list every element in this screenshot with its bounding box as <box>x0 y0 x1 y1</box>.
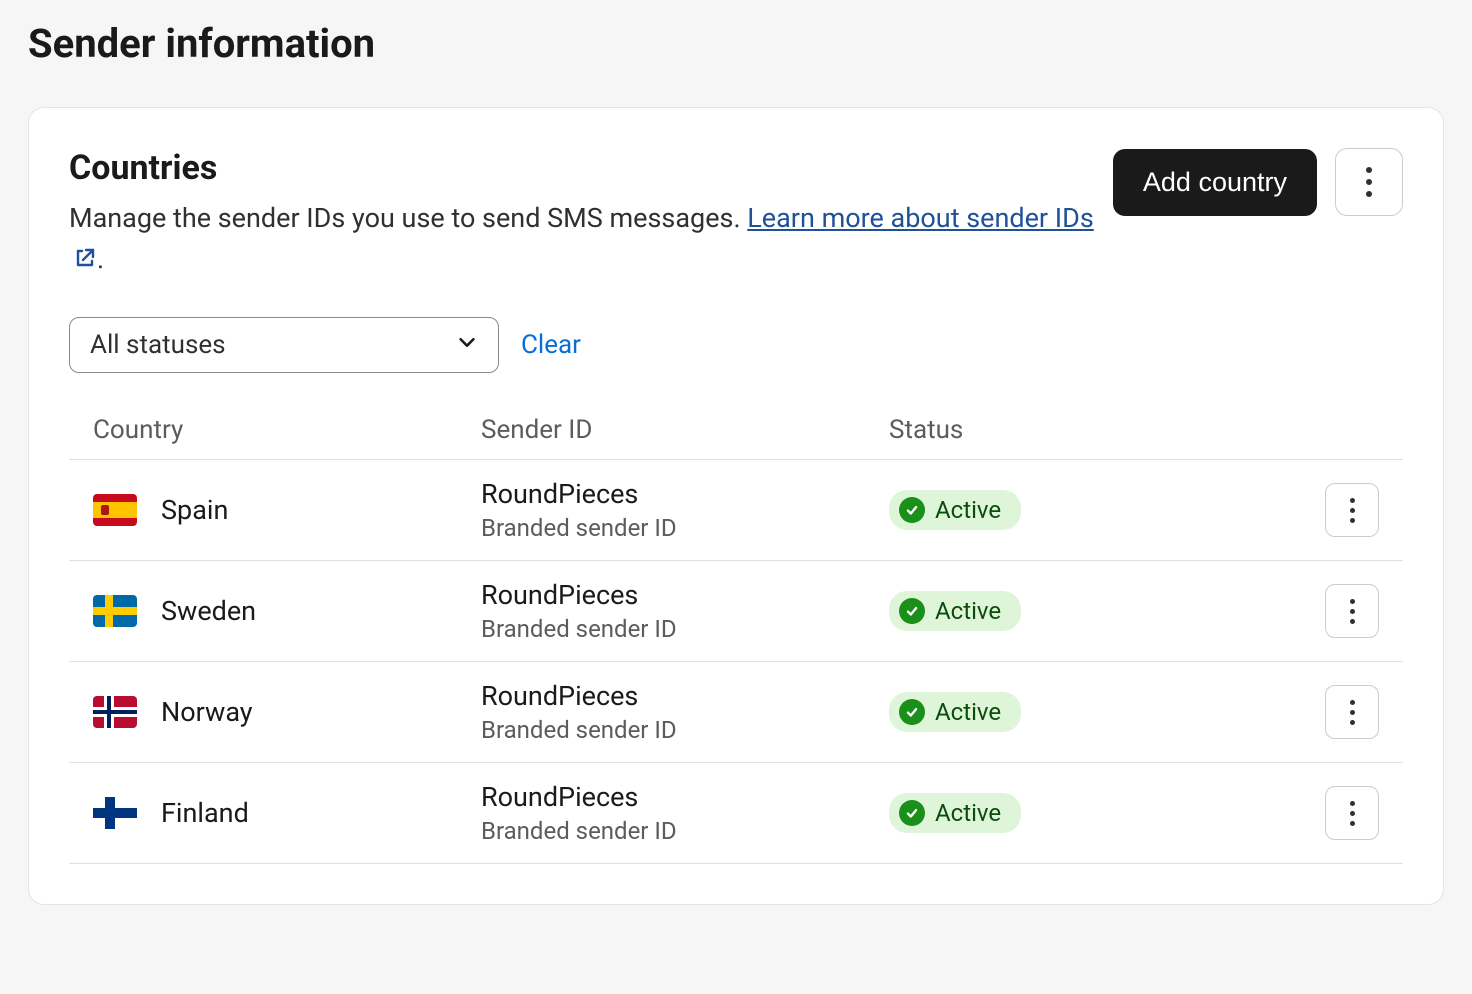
chevron-down-icon <box>456 330 478 360</box>
sender-type-label: Branded sender ID <box>481 514 881 542</box>
sender-type-label: Branded sender ID <box>481 817 881 845</box>
flag-icon <box>93 696 137 728</box>
country-name: Sweden <box>161 595 256 627</box>
col-country: Country <box>93 415 473 445</box>
status-text: Active <box>935 597 1001 625</box>
col-sender-id: Sender ID <box>481 415 881 445</box>
add-country-button[interactable]: Add country <box>1113 149 1317 216</box>
row-more-actions-button[interactable] <box>1325 786 1379 840</box>
sender-type-label: Branded sender ID <box>481 716 881 744</box>
sender-id-value: RoundPieces <box>481 680 881 712</box>
check-circle-icon <box>899 800 925 826</box>
row-actions <box>1289 483 1379 537</box>
countries-card: Countries Manage the sender IDs you use … <box>28 107 1444 905</box>
check-circle-icon <box>899 497 925 523</box>
sender-id-value: RoundPieces <box>481 781 881 813</box>
card-header-text: Countries Manage the sender IDs you use … <box>69 148 1097 281</box>
country-name: Finland <box>161 797 249 829</box>
card-description: Manage the sender IDs you use to send SM… <box>69 198 1097 281</box>
sender-cell: RoundPieces Branded sender ID <box>481 478 881 542</box>
row-actions <box>1289 584 1379 638</box>
flag-icon <box>93 595 137 627</box>
table-row: Sweden RoundPieces Branded sender ID Active <box>69 561 1403 662</box>
flag-icon <box>93 797 137 829</box>
more-vertical-icon <box>1350 599 1355 624</box>
card-description-prefix: Manage the sender IDs you use to send SM… <box>69 202 747 234</box>
status-filter-value: All statuses <box>90 330 226 360</box>
more-vertical-icon <box>1350 801 1355 826</box>
sender-cell: RoundPieces Branded sender ID <box>481 781 881 845</box>
more-vertical-icon <box>1350 498 1355 523</box>
clear-filters-link[interactable]: Clear <box>521 330 581 360</box>
status-cell: Active <box>889 793 1281 833</box>
countries-table: Country Sender ID Status Spain RoundPiece… <box>69 401 1403 864</box>
row-actions <box>1289 786 1379 840</box>
country-name: Norway <box>161 696 253 728</box>
learn-more-link-text: Learn more about sender IDs <box>747 202 1094 234</box>
status-cell: Active <box>889 591 1281 631</box>
filter-row: All statuses Clear <box>69 317 1403 373</box>
country-cell: Spain <box>93 494 473 526</box>
row-more-actions-button[interactable] <box>1325 483 1379 537</box>
status-badge: Active <box>889 793 1021 833</box>
more-vertical-icon <box>1366 167 1372 197</box>
status-text: Active <box>935 799 1001 827</box>
table-row: Finland RoundPieces Branded sender ID Activ… <box>69 763 1403 864</box>
status-badge: Active <box>889 692 1021 732</box>
country-cell: Sweden <box>93 595 473 627</box>
row-more-actions-button[interactable] <box>1325 584 1379 638</box>
table-row: Norway RoundPieces Branded sender ID Active <box>69 662 1403 763</box>
row-actions <box>1289 685 1379 739</box>
card-title: Countries <box>69 148 1097 188</box>
sender-type-label: Branded sender ID <box>481 615 881 643</box>
check-circle-icon <box>899 699 925 725</box>
external-link-icon <box>73 241 97 282</box>
card-description-suffix: . <box>97 243 104 275</box>
table-body: SpainRoundPiecesBranded sender IDActiveS… <box>69 460 1403 864</box>
page-title: Sender information <box>28 20 1444 67</box>
country-cell: Finland <box>93 797 473 829</box>
sender-id-value: RoundPieces <box>481 478 881 510</box>
card-header: Countries Manage the sender IDs you use … <box>69 148 1403 281</box>
sender-id-value: RoundPieces <box>481 579 881 611</box>
flag-icon <box>93 494 137 526</box>
status-badge: Active <box>889 591 1021 631</box>
more-vertical-icon <box>1350 700 1355 725</box>
sender-cell: RoundPieces Branded sender ID <box>481 680 881 744</box>
table-row: Spain RoundPieces Branded sender ID Active <box>69 460 1403 561</box>
country-cell: Norway <box>93 696 473 728</box>
status-filter-select[interactable]: All statuses <box>69 317 499 373</box>
status-text: Active <box>935 698 1001 726</box>
country-name: Spain <box>161 494 228 526</box>
status-text: Active <box>935 496 1001 524</box>
status-cell: Active <box>889 692 1281 732</box>
sender-cell: RoundPieces Branded sender ID <box>481 579 881 643</box>
status-cell: Active <box>889 490 1281 530</box>
col-status: Status <box>889 415 1281 445</box>
check-circle-icon <box>899 598 925 624</box>
card-more-actions-button[interactable] <box>1335 148 1403 216</box>
card-header-actions: Add country <box>1113 148 1403 216</box>
row-more-actions-button[interactable] <box>1325 685 1379 739</box>
status-badge: Active <box>889 490 1021 530</box>
table-header: Country Sender ID Status <box>69 401 1403 460</box>
